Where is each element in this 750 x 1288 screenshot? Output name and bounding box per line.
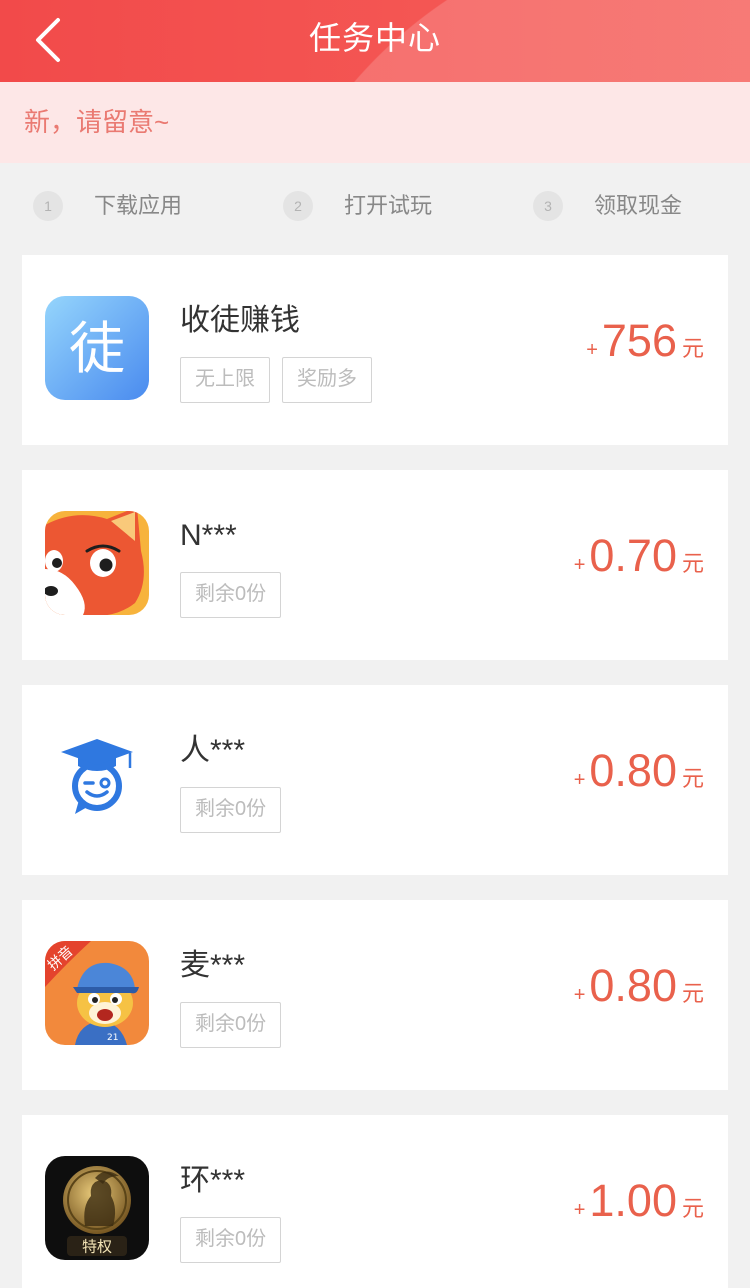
logo-number: 21 [107,1033,118,1043]
apprentice-icon: 徒 [45,296,149,400]
reward-unit: 元 [681,551,704,576]
graduation-chat-icon [45,726,149,830]
remaining-tag: 剩余0份 [180,1217,282,1263]
step-number: 3 [533,191,563,221]
task-name: 环*** [180,1164,246,1197]
task-card[interactable]: 特权 环*** 剩余0份 + 1.00 元 [22,1115,728,1288]
reward-plus: + [573,1199,586,1221]
steps-row: 1 下载应用 2 打开试玩 3 领取现金 [0,163,750,249]
step-1: 1 下载应用 [33,191,182,221]
step-label: 下载应用 [94,193,183,218]
task-card[interactable]: 拼音 21 麦*** 剩余0份 + 0.80 元 [22,900,728,1090]
reward-unit: 元 [681,766,704,791]
task-tags: 剩余0份 [180,572,293,618]
task-name: 人*** [180,734,246,767]
reward-value: 0.80 [589,960,677,1011]
notice-text: 新，请留意~ [24,107,170,137]
reward-amount: + 0.80 元 [574,960,704,1012]
task-name: N*** [180,519,237,552]
remaining-tag: 剩余0份 [180,572,282,618]
task-name: 麦*** [180,949,246,982]
task-tags: 剩余0份 [180,787,293,833]
reward-plus: + [573,984,586,1006]
coin-warrior-app-icon: 特权 [45,1156,149,1260]
task-card[interactable]: N*** 剩余0份 + 0.70 元 [22,470,728,660]
reward-value: 0.70 [589,530,677,581]
remaining-tag: 剩余0份 [180,787,282,833]
step-2: 2 打开试玩 [283,191,432,221]
reward-unit: 元 [681,981,704,1006]
logo-text: 特权 [82,1238,112,1256]
icon-glyph: 徒 [69,317,125,382]
header-bar: 任务中心 [0,0,750,82]
page-title: 任务中心 [308,20,441,56]
reward-value: 1.00 [589,1175,677,1226]
step-3: 3 领取现金 [533,191,682,221]
pinyin-kid-app-icon: 拼音 21 [45,941,149,1045]
reward-value: 0.80 [589,745,677,796]
task-tag: 无上限 [180,357,270,403]
step-label: 领取现金 [594,193,683,218]
notice-bar: 新，请留意~ [0,82,750,163]
task-tag: 奖励多 [282,357,372,403]
step-number: 1 [33,191,63,221]
fox-app-icon [45,511,149,615]
task-card[interactable]: 人*** 剩余0份 + 0.80 元 [22,685,728,875]
reward-plus: + [573,554,586,576]
task-card-apprentice[interactable]: 徒 收徒赚钱 无上限 奖励多 + 756 元 [22,255,728,445]
reward-amount: + 0.70 元 [574,530,704,582]
task-tags: 剩余0份 [180,1002,293,1048]
reward-plus: + [573,769,586,791]
reward-unit: 元 [681,1196,704,1221]
reward-unit: 元 [681,336,704,361]
reward-plus: + [586,339,598,361]
reward-amount: + 756 元 [586,315,704,367]
reward-amount: + 1.00 元 [574,1175,704,1227]
task-name: 收徒赚钱 [180,304,300,337]
task-tags: 无上限 奖励多 [180,357,384,403]
remaining-tag: 剩余0份 [180,1002,282,1048]
reward-value: 756 [601,315,677,366]
step-label: 打开试玩 [344,193,433,218]
task-tags: 剩余0份 [180,1217,293,1263]
reward-amount: + 0.80 元 [574,745,704,797]
step-number: 2 [283,191,313,221]
